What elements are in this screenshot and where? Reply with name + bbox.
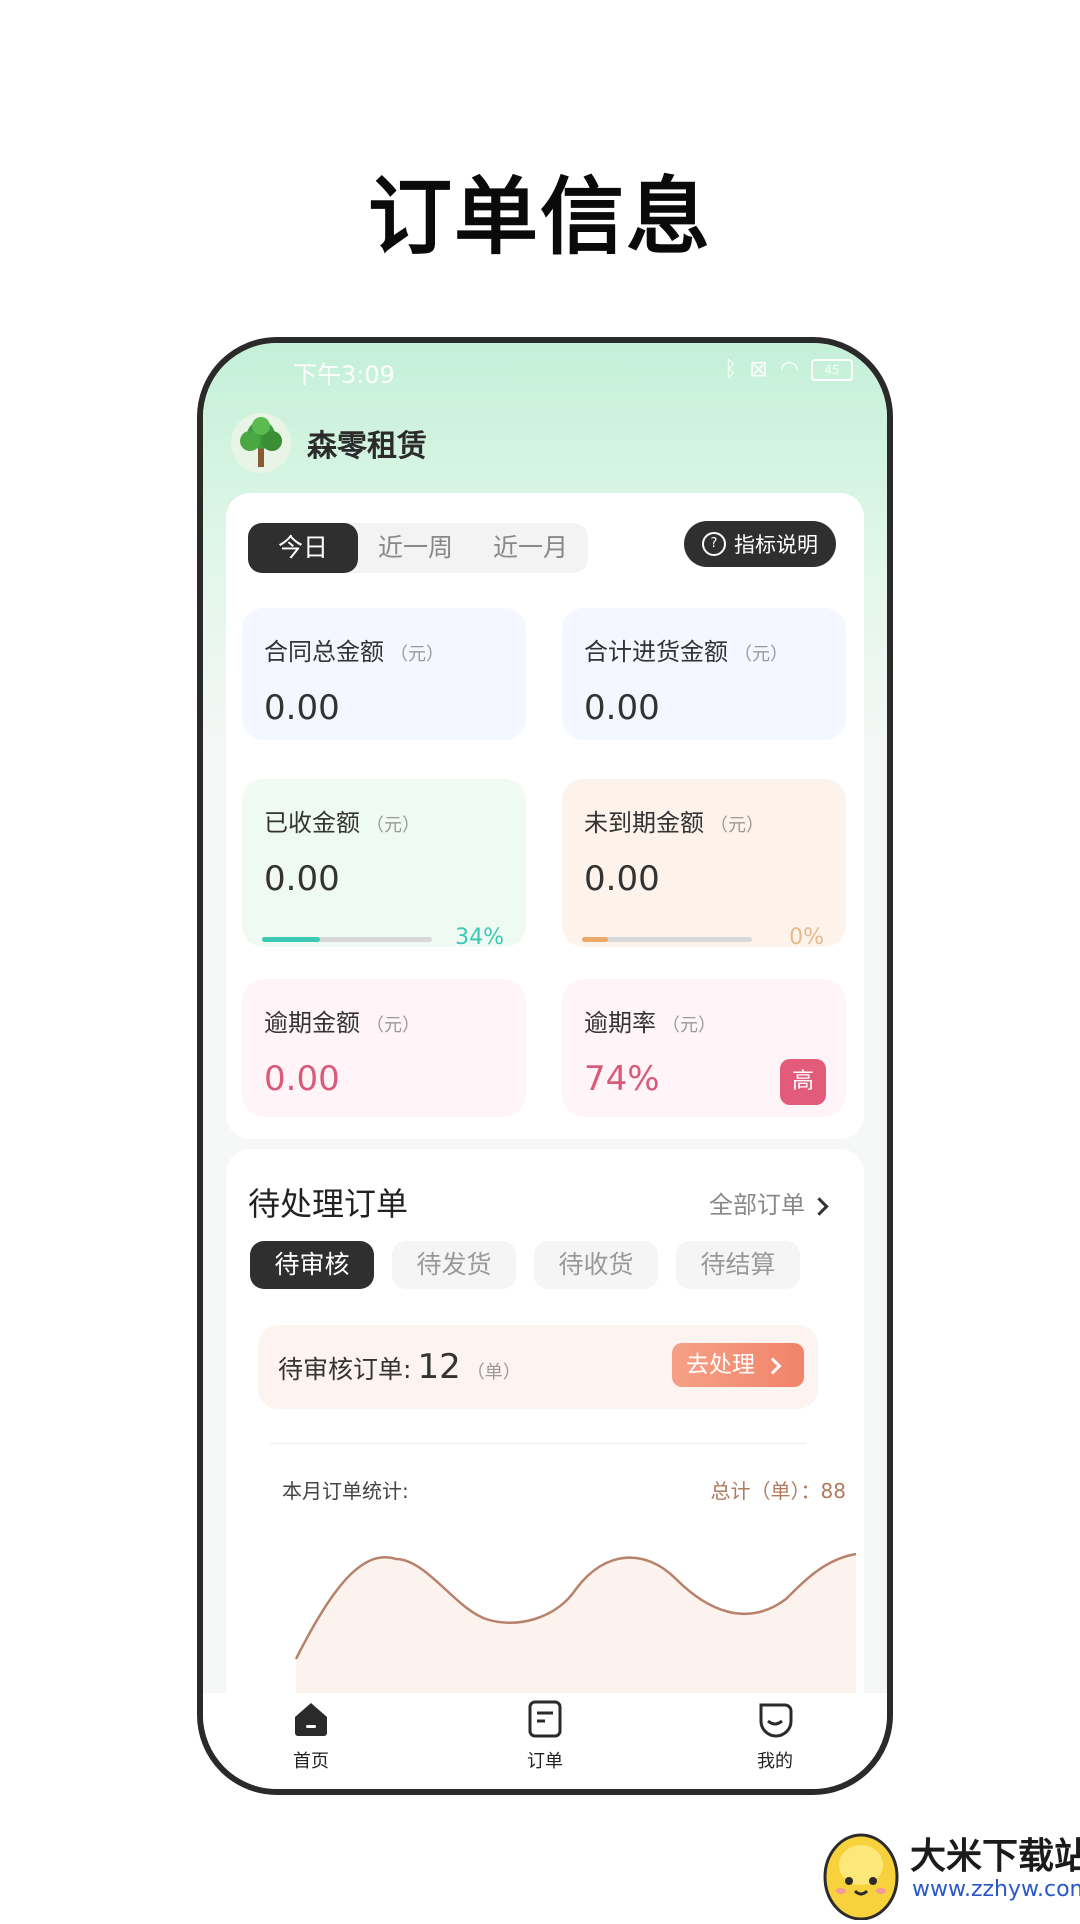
tree-logo-icon — [231, 413, 291, 473]
metric-unit: （元） — [734, 644, 788, 665]
pending-count: 12 — [417, 1347, 461, 1387]
tabbar-home[interactable]: 首页 — [251, 1699, 371, 1773]
tab-pending-ship[interactable]: 待发货 — [392, 1241, 516, 1289]
progress-percent: 34% — [455, 925, 504, 950]
pending-label: 待审核订单: — [278, 1355, 412, 1384]
metric-explain-label: 指标说明 — [734, 533, 818, 557]
watermark-text: 大米下载站 — [910, 1836, 1080, 1877]
metric-title: 合同总金额 — [264, 638, 384, 666]
phone-frame: 下午3:09 ᛒ ⊠ ◠ 45 森零租赁 今日 近一周 近一月 ? 指标说明 合… — [197, 337, 893, 1795]
battery-icon: 45 — [811, 358, 853, 381]
watermark-url: www.zzhyw.com — [912, 1877, 1080, 1902]
status-time: 下午3:09 — [293, 361, 395, 389]
chevron-right-icon — [764, 1357, 782, 1375]
status-icons: ᛒ ⊠ ◠ 45 — [724, 357, 853, 382]
document-icon — [528, 1700, 562, 1738]
chevron-right-icon — [810, 1197, 829, 1216]
period-selector: 今日 近一周 近一月 — [248, 523, 589, 573]
risk-badge: 高 — [780, 1059, 826, 1105]
divider — [270, 1443, 806, 1444]
wifi-icon: ◠ — [779, 357, 799, 382]
monthly-stats-label: 本月订单统计: — [282, 1479, 409, 1503]
bottom-tab-bar: 首页 订单 我的 — [203, 1693, 887, 1789]
metric-contract-total[interactable]: 合同总金额 （元） 0.00 — [242, 608, 526, 740]
app-name: 森零租赁 — [307, 429, 427, 464]
metric-value: 0.00 — [264, 688, 340, 728]
pending-summary: 待审核订单: 12 （单） 去处理 — [258, 1325, 818, 1409]
metric-overdue-amount[interactable]: 逾期金额 （元） 0.00 — [242, 979, 526, 1117]
metric-unit: （元） — [366, 1015, 420, 1036]
process-button[interactable]: 去处理 — [672, 1343, 804, 1387]
tab-pending-receive[interactable]: 待收货 — [534, 1241, 658, 1289]
monthly-total: 总计（单）：88 — [710, 1479, 846, 1503]
tabbar-label: 我的 — [757, 1751, 793, 1772]
status-bar: 下午3:09 ᛒ ⊠ ◠ 45 — [203, 351, 887, 391]
metric-title: 未到期金额 — [584, 809, 704, 837]
order-status-tabs: 待审核 待发货 待收货 待结算 — [250, 1241, 800, 1289]
metric-received[interactable]: 已收金额 （元） 0.00 34% — [242, 779, 526, 950]
progress-bar — [582, 937, 752, 942]
tabbar-label: 订单 — [527, 1751, 563, 1772]
tab-pending-review[interactable]: 待审核 — [250, 1241, 374, 1289]
metric-value: 0.00 — [584, 688, 660, 728]
section-title: 待处理订单 — [248, 1185, 409, 1223]
rice-mascot-icon — [823, 1833, 899, 1921]
hero-title: 订单信息 — [367, 168, 712, 266]
metric-title: 已收金额 — [264, 809, 360, 837]
metric-explain-button[interactable]: ? 指标说明 — [684, 521, 836, 567]
progress-bar — [262, 937, 432, 942]
pending-unit: （单） — [466, 1362, 521, 1383]
tabbar-mine[interactable]: 我的 — [715, 1699, 835, 1773]
home-icon — [295, 1703, 327, 1736]
progress-fill — [582, 937, 608, 942]
sim-icon: ⊠ — [749, 357, 768, 382]
period-month[interactable]: 近一月 — [473, 523, 588, 573]
smile-face-icon — [759, 1703, 793, 1738]
period-today[interactable]: 今日 — [248, 523, 359, 573]
all-orders-link[interactable]: 全部订单 — [709, 1185, 829, 1220]
progress-fill — [262, 937, 320, 942]
bluetooth-icon: ᛒ — [724, 357, 738, 382]
all-orders-label: 全部订单 — [709, 1191, 805, 1219]
metric-value: 74% — [584, 1059, 660, 1099]
watermark: 大米下载站 www.zzhyw.com — [815, 1825, 1080, 1921]
metric-overdue-rate[interactable]: 逾期率 （元） 74% 高 — [562, 979, 846, 1117]
question-icon: ? — [702, 532, 726, 556]
tabbar-orders[interactable]: 订单 — [485, 1699, 605, 1773]
metric-unit: （元） — [710, 815, 764, 836]
metric-not-due[interactable]: 未到期金额 （元） 0.00 0% — [562, 779, 846, 950]
process-label: 去处理 — [686, 1352, 755, 1378]
metric-value: 0.00 — [584, 859, 660, 899]
metric-value: 0.00 — [264, 1059, 340, 1099]
overview-card: 今日 近一周 近一月 ? 指标说明 合同总金额 （元） 0.00 合计进货金额 （元… — [226, 493, 864, 1139]
metric-unit: （元） — [366, 815, 420, 836]
app-header: 森零租赁 — [231, 413, 427, 473]
metric-purchase-total[interactable]: 合计进货金额 （元） 0.00 — [562, 608, 846, 740]
progress-percent: 0% — [789, 925, 824, 950]
pending-orders-card: 待处理订单 全部订单 待审核 待发货 待收货 待结算 待审核订单: 12 （单） 去… — [226, 1149, 864, 1769]
metric-title: 逾期率 — [584, 1009, 656, 1037]
period-week[interactable]: 近一周 — [358, 523, 473, 573]
metric-value: 0.00 — [264, 859, 340, 899]
metric-unit: （元） — [390, 644, 444, 665]
metric-unit: （元） — [662, 1015, 716, 1036]
tabbar-label: 首页 — [293, 1751, 329, 1772]
metric-title: 逾期金额 — [264, 1009, 360, 1037]
tab-pending-settle[interactable]: 待结算 — [676, 1241, 800, 1289]
metric-title: 合计进货金额 — [584, 638, 728, 666]
